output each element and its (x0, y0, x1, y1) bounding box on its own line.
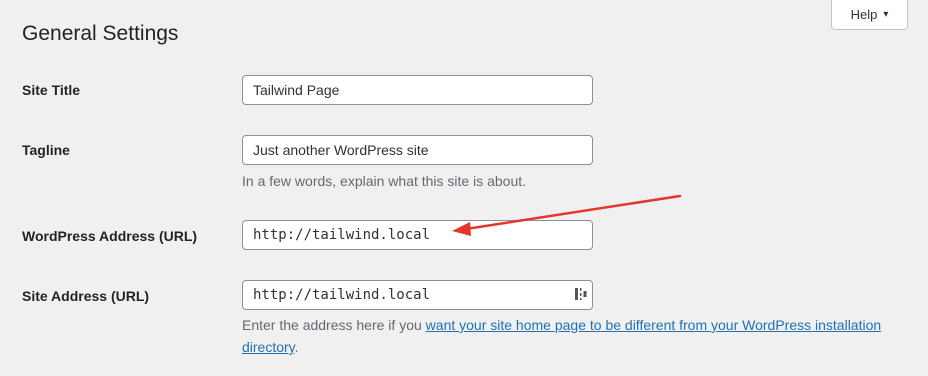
wordpress-address-input[interactable] (242, 220, 593, 250)
wordpress-address-label: WordPress Address (URL) (22, 228, 198, 244)
help-button-label: Help (850, 7, 878, 22)
site-address-description-suffix: . (294, 339, 299, 355)
site-title-label: Site Title (22, 82, 81, 98)
site-address-input[interactable] (242, 280, 593, 310)
page-title: General Settings (22, 22, 179, 45)
tagline-description: In a few words, explain what this site i… (242, 173, 527, 189)
site-title-input[interactable] (242, 75, 593, 105)
password-manager-icon[interactable] (574, 286, 588, 302)
tagline-input[interactable] (242, 135, 593, 165)
tagline-label: Tagline (22, 142, 70, 158)
site-address-label: Site Address (URL) (22, 288, 150, 304)
site-address-description-prefix: Enter the address here if you (242, 317, 426, 333)
help-button[interactable]: Help ▾ (831, 0, 908, 30)
site-address-description: Enter the address here if you want your … (242, 314, 882, 358)
caret-down-icon: ▾ (883, 8, 889, 20)
